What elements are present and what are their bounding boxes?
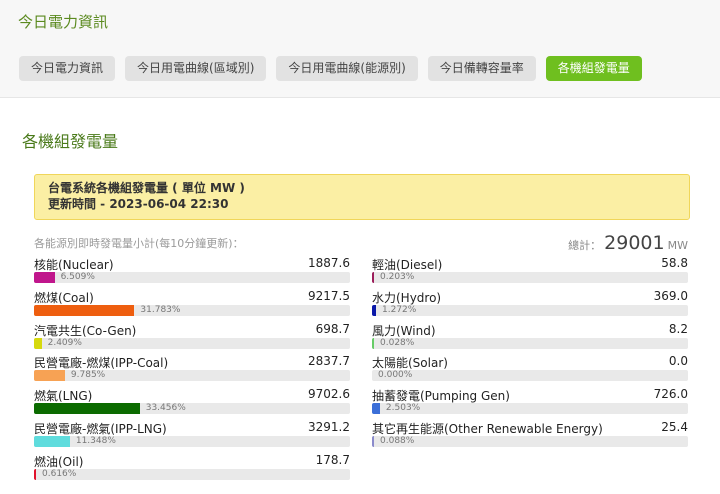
total-label: 總計： bbox=[568, 239, 602, 252]
share-bar-track: 0.028% bbox=[372, 337, 688, 349]
total-unit: MW bbox=[667, 239, 688, 252]
tab-daily-info[interactable]: 今日電力資訊 bbox=[19, 56, 116, 81]
share-bar-fill bbox=[34, 272, 55, 283]
energy-row: 抽蓄發電(Pumping Gen) 726.0 2.503% bbox=[372, 386, 690, 419]
share-bar-track: 0.088% bbox=[372, 435, 688, 447]
energy-row: 風力(Wind) 8.2 0.028% bbox=[372, 321, 690, 354]
share-bar-fill bbox=[372, 337, 374, 349]
energy-source-name: 其它再生能源(Other Renewable Energy) bbox=[372, 421, 603, 436]
energy-source-name: 燃氣(LNG) bbox=[34, 389, 93, 404]
share-percent: 2.503% bbox=[385, 403, 421, 414]
energy-source-name: 風力(Wind) bbox=[372, 323, 436, 338]
tab-bar: 今日電力資訊 今日用電曲線(區域別) 今日用電曲線(能源別) 今日備轉容量率 各… bbox=[19, 56, 642, 81]
share-bar-fill bbox=[34, 337, 42, 349]
energy-source-value: 178.7 bbox=[315, 452, 350, 467]
update-time: 更新時間 - 2023-06-04 22:30 bbox=[48, 197, 229, 211]
energy-source-value: 3291.2 bbox=[308, 419, 350, 434]
energy-source-value: 9702.6 bbox=[308, 387, 350, 402]
energy-source-value: 1887.6 bbox=[308, 256, 350, 270]
share-bar-fill bbox=[372, 272, 374, 283]
energy-source-name: 民營電廠-燃煤(IPP-Coal) bbox=[34, 356, 169, 371]
energy-source-name: 水力(Hydro) bbox=[372, 290, 442, 305]
share-bar-track: 31.783% bbox=[34, 304, 350, 316]
energy-source-name: 抽蓄發電(Pumping Gen) bbox=[372, 389, 510, 404]
share-bar-fill bbox=[34, 304, 135, 316]
share-percent: 0.616% bbox=[42, 468, 77, 479]
page-title: 各機組發電量 bbox=[22, 132, 119, 151]
share-percent: 9.785% bbox=[70, 370, 106, 381]
share-percent: 6.509% bbox=[60, 272, 95, 282]
share-percent: 0.203% bbox=[380, 272, 415, 282]
energy-source-value: 369.0 bbox=[653, 288, 688, 303]
share-bar-track: 0.000% bbox=[372, 370, 688, 382]
share-bar-track: 33.456% bbox=[34, 403, 350, 415]
energy-row: 其它再生能源(Other Renewable Energy) 25.4 0.088% bbox=[372, 419, 690, 452]
energy-row: 燃氣(LNG) 9702.6 33.456% bbox=[34, 386, 352, 419]
energy-source-value: 698.7 bbox=[315, 321, 350, 336]
energy-row: 燃煤(Coal) 9217.5 31.783% bbox=[34, 288, 352, 321]
energy-row: 民營電廠-燃氣(IPP-LNG) 3291.2 11.348% bbox=[34, 419, 352, 452]
energy-source-value: 9217.5 bbox=[308, 288, 350, 303]
energy-source-name: 民營電廠-燃氣(IPP-LNG) bbox=[34, 421, 167, 436]
share-bar-fill bbox=[372, 304, 377, 316]
share-bar-track: 1.272% bbox=[372, 304, 688, 316]
energy-row: 水力(Hydro) 369.0 1.272% bbox=[372, 288, 690, 321]
share-bar-track: 11.348% bbox=[34, 435, 350, 447]
energy-source-name: 燃煤(Coal) bbox=[34, 290, 94, 305]
energy-source-value: 726.0 bbox=[653, 387, 688, 402]
share-percent: 31.783% bbox=[140, 304, 181, 315]
share-bar-track: 2.503% bbox=[372, 403, 688, 415]
energy-source-name: 汽電共生(Co-Gen) bbox=[34, 323, 137, 338]
share-percent: 2.409% bbox=[47, 337, 82, 348]
energy-source-value: 2837.7 bbox=[308, 354, 350, 369]
tab-reserve-margin[interactable]: 今日備轉容量率 bbox=[427, 56, 536, 81]
app-title: 今日電力資訊 bbox=[18, 13, 109, 31]
share-percent: 1.272% bbox=[382, 304, 417, 315]
share-bar-fill bbox=[34, 435, 70, 447]
share-bar-track: 2.409% bbox=[34, 337, 350, 349]
total-generation: 總計： 29001 MW bbox=[568, 232, 688, 254]
energy-row: 汽電共生(Co-Gen) 698.7 2.409% bbox=[34, 321, 352, 354]
share-percent: 33.456% bbox=[145, 403, 186, 414]
share-bar-track: 9.785% bbox=[34, 370, 350, 382]
energy-source-value: 8.2 bbox=[668, 321, 688, 336]
energy-source-name: 輕油(Diesel) bbox=[372, 258, 443, 272]
top-nav: 今日電力資訊 今日電力資訊 今日用電曲線(區域別) 今日用電曲線(能源別) 今日… bbox=[0, 0, 720, 98]
energy-source-name: 燃油(Oil) bbox=[34, 454, 84, 469]
share-bar-fill bbox=[372, 403, 380, 415]
energy-row: 核能(Nuclear) 1887.6 6.509% bbox=[34, 255, 352, 288]
energy-row: 民營電廠-燃煤(IPP-Coal) 2837.7 9.785% bbox=[34, 353, 352, 386]
energy-list-left: 核能(Nuclear) 1887.6 6.509% 燃煤(Coal) 9217.5 31.… bbox=[34, 255, 352, 485]
total-value: 29001 bbox=[604, 232, 665, 254]
tab-unit-generation[interactable]: 各機組發電量 bbox=[545, 56, 642, 81]
share-percent: 0.000% bbox=[378, 370, 413, 381]
share-bar-track: 0.616% bbox=[34, 468, 350, 480]
energy-list-right: 輕油(Diesel) 58.8 0.203% 水力(Hydro) 369.0 1.272%… bbox=[372, 255, 690, 452]
energy-source-value: 0.0 bbox=[668, 354, 688, 369]
notice-box: 台電系統各機組發電量 ( 單位 MW ) 更新時間 - 2023-06-04 2… bbox=[34, 174, 690, 220]
energy-row: 燃油(Oil) 178.7 0.616% bbox=[34, 452, 352, 485]
share-bar-fill bbox=[34, 468, 36, 480]
energy-row: 輕油(Diesel) 58.8 0.203% bbox=[372, 255, 690, 288]
share-bar-fill bbox=[372, 435, 374, 447]
share-bar-track: 0.203% bbox=[372, 272, 688, 283]
share-bar-fill bbox=[34, 370, 65, 382]
share-percent: 0.088% bbox=[380, 435, 415, 446]
energy-source-value: 25.4 bbox=[661, 419, 688, 434]
notice-title: 台電系統各機組發電量 ( 單位 MW ) bbox=[48, 181, 245, 195]
share-bar-fill bbox=[34, 403, 140, 415]
energy-source-name: 太陽能(Solar) bbox=[372, 356, 448, 371]
tab-load-curve-energy[interactable]: 今日用電曲線(能源別) bbox=[276, 56, 418, 81]
energy-source-value: 58.8 bbox=[661, 256, 688, 270]
energy-row: 太陽能(Solar) 0.0 0.000% bbox=[372, 353, 690, 386]
summary-subtitle: 各能源別即時發電量小計(每10分鐘更新)： bbox=[34, 237, 244, 250]
tab-load-curve-region[interactable]: 今日用電曲線(區域別) bbox=[125, 56, 267, 81]
share-bar-track: 6.509% bbox=[34, 272, 350, 283]
share-percent: 11.348% bbox=[75, 435, 116, 446]
share-percent: 0.028% bbox=[380, 337, 415, 348]
energy-source-name: 核能(Nuclear) bbox=[34, 258, 114, 272]
